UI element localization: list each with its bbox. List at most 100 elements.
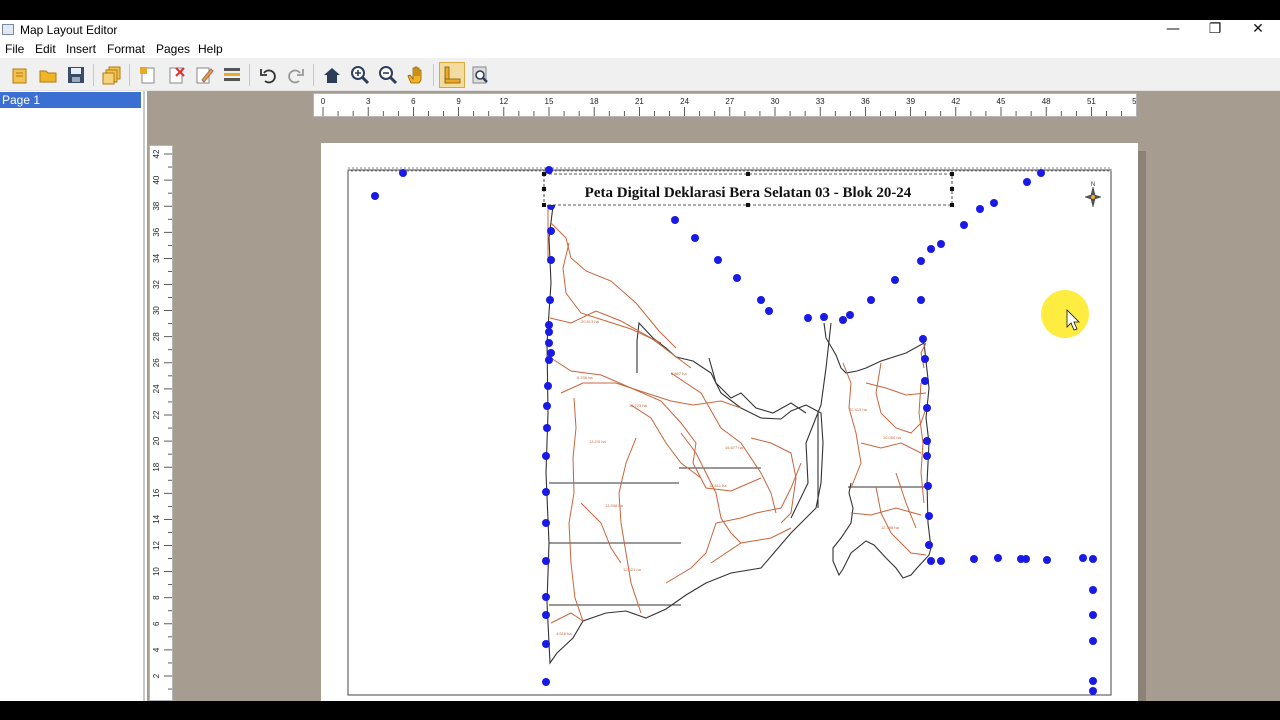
horizontal-ruler: 036912151821242730333639424548515457 <box>313 93 1198 117</box>
ruler-label: 36 <box>152 227 161 236</box>
gps-point <box>917 296 925 304</box>
title-bar: Map Layout Editor — ❐ ✕ <box>0 20 1280 40</box>
gps-point <box>804 314 812 322</box>
gps-point <box>542 593 550 601</box>
menu-format[interactable]: Format <box>107 42 145 56</box>
gps-point <box>1022 555 1030 563</box>
new-layout-icon <box>12 68 27 84</box>
parcel-label: 6.867 ha <box>671 371 687 376</box>
menu-insert[interactable]: Insert <box>66 42 96 56</box>
ruler-label: 0 <box>321 97 326 106</box>
ruler-label: 22 <box>152 410 161 419</box>
gps-point <box>1037 169 1045 177</box>
vertical-ruler-scale: 42403836343230282624222018161412108642 <box>152 149 172 690</box>
gps-point <box>923 437 931 445</box>
redo-button[interactable] <box>283 62 309 88</box>
maximize-button[interactable]: ❐ <box>1193 20 1237 40</box>
ruler-label: 18 <box>590 97 599 106</box>
gps-point <box>924 482 932 490</box>
gps-point <box>976 205 984 213</box>
ruler-label: 12 <box>152 541 161 550</box>
parcel-labels: 20.413 ha 5.238 ha 6.867 ha 13.723 ha 13… <box>556 319 902 636</box>
map-frame[interactable]: 20.413 ha 5.238 ha 6.867 ha 13.723 ha 13… <box>321 143 1138 701</box>
gps-point <box>960 221 968 229</box>
open-folder-icon <box>39 70 57 83</box>
ruler-label: 38 <box>152 201 161 210</box>
ruler-label: 3 <box>366 97 371 106</box>
ruler-label: 21 <box>635 97 644 106</box>
layout-canvas[interactable]: 036912151821242730333639424548515457 424… <box>147 91 1280 701</box>
open-button[interactable] <box>35 62 61 88</box>
zoom-out-button[interactable] <box>375 62 401 88</box>
gps-point <box>547 256 555 264</box>
select-tool-button[interactable] <box>439 62 465 88</box>
delete-page-button[interactable] <box>163 62 189 88</box>
gps-point <box>1089 677 1097 685</box>
gps-point <box>994 554 1002 562</box>
close-button[interactable]: ✕ <box>1236 20 1280 40</box>
menu-pages[interactable]: Pages <box>156 42 190 56</box>
ruler-label: 20 <box>152 436 161 445</box>
page-list-button[interactable] <box>219 62 245 88</box>
gps-point <box>1089 637 1097 645</box>
gps-point <box>1089 555 1097 563</box>
ruler-label: 32 <box>152 280 161 289</box>
gps-point <box>927 557 935 565</box>
menu-edit[interactable]: Edit <box>35 42 56 56</box>
gps-point <box>545 328 553 336</box>
cursor-highlight <box>1041 290 1089 338</box>
gps-point <box>923 404 931 412</box>
add-page-icon <box>140 67 155 84</box>
ruler-label: 26 <box>152 358 161 367</box>
ruler-label: 15 <box>545 97 554 106</box>
parcel-label: 10.090 ha <box>883 435 902 440</box>
gps-point <box>846 311 854 319</box>
pan-hand-icon <box>407 66 422 84</box>
page-list-panel: Page 1 <box>0 91 145 701</box>
gps-point <box>925 541 933 549</box>
minimize-button[interactable]: — <box>1151 20 1195 40</box>
ruler-label: 6 <box>152 621 161 626</box>
home-button[interactable] <box>319 62 345 88</box>
layout-page[interactable]: 20.413 ha 5.238 ha 6.867 ha 13.723 ha 13… <box>321 143 1138 701</box>
gps-point <box>919 335 927 343</box>
ruler-label: 28 <box>152 332 161 341</box>
gps-point <box>1043 556 1051 564</box>
ruler-label: 9 <box>456 97 461 106</box>
ruler-label: 30 <box>152 306 161 315</box>
ruler-label: 10 <box>152 567 161 576</box>
edit-page-icon <box>196 67 214 84</box>
parcel-label: 12.798 ha <box>881 525 900 530</box>
ruler-label: 34 <box>152 253 161 262</box>
layers-icon <box>102 66 121 85</box>
ruler-label: 27 <box>725 97 734 106</box>
zoom-in-icon <box>351 66 370 85</box>
page-list-item[interactable]: Page 1 <box>0 92 141 108</box>
gps-point <box>733 274 741 282</box>
zoom-to-page-button[interactable] <box>467 62 493 88</box>
save-button[interactable] <box>63 62 89 88</box>
new-layout-button[interactable] <box>7 62 33 88</box>
menu-help[interactable]: Help <box>198 42 223 56</box>
gps-point <box>671 216 679 224</box>
add-page-button[interactable] <box>135 62 161 88</box>
ruler-label: 8 <box>152 595 161 600</box>
save-icon <box>68 67 84 83</box>
zoom-to-page-icon <box>472 66 488 84</box>
ruler-label: 18 <box>152 462 161 471</box>
gps-point <box>545 339 553 347</box>
pan-button[interactable] <box>403 62 429 88</box>
title-text-box[interactable]: Peta Digital Deklarasi Bera Selatan 03 -… <box>542 172 954 207</box>
map-title[interactable]: Peta Digital Deklarasi Bera Selatan 03 -… <box>585 185 912 201</box>
gps-point <box>542 678 550 686</box>
ruler-label: 6 <box>411 97 416 106</box>
north-arrow[interactable]: N <box>1084 182 1102 208</box>
menu-file[interactable]: File <box>5 42 24 56</box>
edit-page-button[interactable] <box>191 62 217 88</box>
zoom-in-button[interactable] <box>347 62 373 88</box>
parcel-label: 4.618 ha <box>556 631 572 636</box>
layers-button[interactable] <box>99 62 125 88</box>
parcel-label: 13.908 ha <box>605 503 624 508</box>
gps-point <box>542 519 550 527</box>
undo-button[interactable] <box>255 62 281 88</box>
